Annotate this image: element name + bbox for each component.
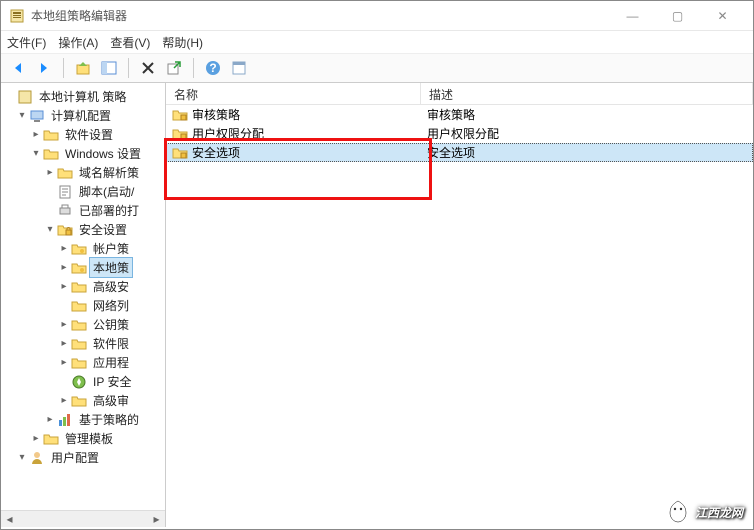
list-header: 名称 描述 bbox=[166, 83, 753, 105]
tree-advanced-audit[interactable]: ▸ 高级审 bbox=[1, 391, 165, 410]
list-row[interactable]: 安全选项 安全选项 bbox=[166, 143, 753, 162]
folder-icon bbox=[43, 431, 59, 447]
toolbar: ? bbox=[1, 53, 753, 83]
chevron-right-icon[interactable]: ▸ bbox=[57, 262, 71, 273]
list-cell-name: 审核策略 bbox=[192, 106, 240, 123]
chevron-right-icon[interactable]: ▸ bbox=[29, 129, 43, 140]
printer-icon bbox=[57, 203, 73, 219]
tree-software-restriction[interactable]: ▸ 软件限 bbox=[1, 334, 165, 353]
list-row[interactable]: 用户权限分配 用户权限分配 bbox=[166, 124, 753, 143]
list-cell-desc: 安全选项 bbox=[421, 144, 753, 161]
folder-icon bbox=[71, 298, 87, 314]
folder-icon bbox=[71, 393, 87, 409]
export-button[interactable] bbox=[163, 57, 185, 79]
list-cell-name: 用户权限分配 bbox=[192, 125, 264, 142]
tree-app-control[interactable]: ▸ 应用程 bbox=[1, 353, 165, 372]
chevron-down-icon[interactable]: ▾ bbox=[15, 452, 29, 463]
tree-policy-based[interactable]: ▸ 基于策略的 bbox=[1, 410, 165, 429]
properties-button[interactable] bbox=[228, 57, 250, 79]
back-button[interactable] bbox=[7, 57, 29, 79]
tree-windows-settings[interactable]: ▾ Windows 设置 bbox=[1, 144, 165, 163]
folder-icon bbox=[57, 165, 73, 181]
folder-lock-icon bbox=[71, 241, 87, 257]
svg-text:?: ? bbox=[209, 61, 216, 75]
tree-dns-policy[interactable]: ▸ 域名解析策 bbox=[1, 163, 165, 182]
column-header-desc[interactable]: 描述 bbox=[421, 83, 753, 104]
list-row[interactable]: 审核策略 审核策略 bbox=[166, 105, 753, 124]
chevron-right-icon[interactable]: ▸ bbox=[43, 167, 57, 178]
chevron-right-icon[interactable]: ▸ bbox=[29, 433, 43, 444]
help-button[interactable]: ? bbox=[202, 57, 224, 79]
folder-icon bbox=[71, 336, 87, 352]
chevron-down-icon[interactable]: ▾ bbox=[29, 148, 43, 159]
chevron-down-icon[interactable]: ▾ bbox=[43, 224, 57, 235]
column-header-name[interactable]: 名称 bbox=[166, 83, 421, 104]
security-icon bbox=[57, 222, 73, 238]
list-cell-desc: 用户权限分配 bbox=[421, 125, 753, 142]
tree-ip-security[interactable]: IP 安全 bbox=[1, 372, 165, 391]
folder-lock-icon bbox=[172, 126, 188, 142]
tree-advanced-security[interactable]: ▸ 高级安 bbox=[1, 277, 165, 296]
scroll-right-icon[interactable]: ▸ bbox=[148, 511, 165, 528]
horizontal-scrollbar[interactable]: ◂ ▸ bbox=[1, 510, 165, 527]
chevron-right-icon[interactable]: ▸ bbox=[57, 338, 71, 349]
tree-admin-templates[interactable]: ▸ 管理模板 bbox=[1, 429, 165, 448]
list-panel: 名称 描述 审核策略 审核策略 用户权限分配 用户权限分配 bbox=[166, 83, 753, 527]
chevron-right-icon[interactable]: ▸ bbox=[57, 357, 71, 368]
tree-deployed[interactable]: 已部署的打 bbox=[1, 201, 165, 220]
folder-lock-icon bbox=[172, 145, 188, 161]
delete-button[interactable] bbox=[137, 57, 159, 79]
folder-icon bbox=[71, 317, 87, 333]
tree-account-policy[interactable]: ▸ 帐户策 bbox=[1, 239, 165, 258]
tree-security-settings[interactable]: ▾ 安全设置 bbox=[1, 220, 165, 239]
list-cell-desc: 审核策略 bbox=[421, 106, 753, 123]
up-button[interactable] bbox=[72, 57, 94, 79]
tree-scripts[interactable]: 脚本(启动/ bbox=[1, 182, 165, 201]
folder-icon bbox=[71, 355, 87, 371]
forward-button[interactable] bbox=[33, 57, 55, 79]
tree-computer-config[interactable]: ▾ 计算机配置 bbox=[1, 106, 165, 125]
tree-public-key[interactable]: ▸ 公钥策 bbox=[1, 315, 165, 334]
minimize-button[interactable]: — bbox=[610, 2, 655, 30]
chevron-right-icon[interactable]: ▸ bbox=[57, 243, 71, 254]
watermark: 江西龙网 bbox=[665, 499, 743, 525]
ipsec-icon bbox=[71, 374, 87, 390]
user-icon bbox=[29, 450, 45, 466]
folder-icon bbox=[71, 279, 87, 295]
menu-action[interactable]: 操作(A) bbox=[58, 34, 98, 51]
menu-file[interactable]: 文件(F) bbox=[7, 34, 46, 51]
list-cell-name: 安全选项 bbox=[192, 144, 240, 161]
menu-view[interactable]: 查看(V) bbox=[110, 34, 150, 51]
folder-lock-icon bbox=[71, 260, 87, 276]
chart-icon bbox=[57, 412, 73, 428]
window-title: 本地组策略编辑器 bbox=[31, 7, 127, 24]
script-icon bbox=[57, 184, 73, 200]
close-button[interactable]: ✕ bbox=[700, 2, 745, 30]
maximize-button[interactable]: ▢ bbox=[655, 2, 700, 30]
tree-root[interactable]: 本地计算机 策略 bbox=[1, 87, 165, 106]
menubar: 文件(F) 操作(A) 查看(V) 帮助(H) bbox=[1, 31, 753, 53]
folder-open-icon bbox=[43, 146, 59, 162]
titlebar: 本地组策略编辑器 — ▢ ✕ bbox=[1, 1, 753, 31]
scroll-left-icon[interactable]: ◂ bbox=[1, 511, 18, 528]
chevron-right-icon[interactable]: ▸ bbox=[57, 281, 71, 292]
tree-network-list[interactable]: 网络列 bbox=[1, 296, 165, 315]
folder-icon bbox=[43, 127, 59, 143]
chevron-down-icon[interactable]: ▾ bbox=[15, 110, 29, 121]
chevron-right-icon[interactable]: ▸ bbox=[43, 414, 57, 425]
chevron-right-icon[interactable]: ▸ bbox=[57, 395, 71, 406]
chevron-right-icon[interactable]: ▸ bbox=[57, 319, 71, 330]
menu-help[interactable]: 帮助(H) bbox=[162, 34, 203, 51]
main-area: 本地计算机 策略 ▾ 计算机配置 ▸ 软件设置 ▾ Windows 设置 ▸ 域… bbox=[1, 83, 753, 527]
tree-panel: 本地计算机 策略 ▾ 计算机配置 ▸ 软件设置 ▾ Windows 设置 ▸ 域… bbox=[1, 83, 166, 527]
show-hide-tree-button[interactable] bbox=[98, 57, 120, 79]
policy-icon bbox=[17, 89, 33, 105]
tree-software-settings[interactable]: ▸ 软件设置 bbox=[1, 125, 165, 144]
folder-lock-icon bbox=[172, 107, 188, 123]
computer-icon bbox=[29, 108, 45, 124]
tree-user-config[interactable]: ▾ 用户配置 bbox=[1, 448, 165, 467]
tree-local-policy[interactable]: ▸ 本地策 bbox=[1, 258, 165, 277]
app-icon bbox=[9, 8, 25, 24]
